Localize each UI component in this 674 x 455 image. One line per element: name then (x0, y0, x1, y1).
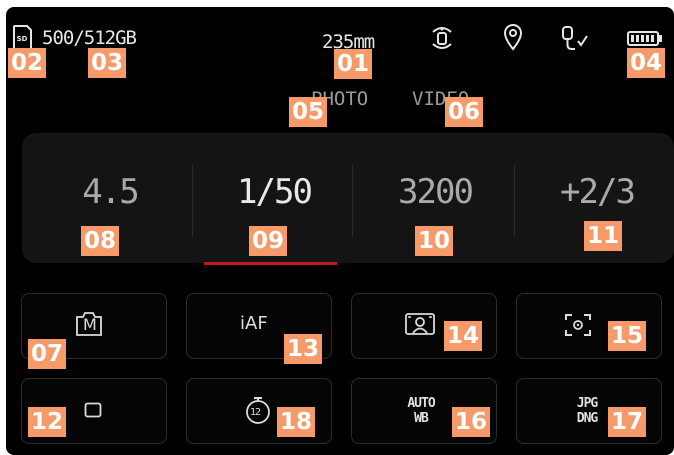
callout-06: 06 (445, 97, 484, 127)
divider (192, 165, 193, 237)
callout-07: 07 (28, 339, 67, 369)
callout-02: 02 (8, 48, 47, 78)
callout-16: 16 (452, 407, 491, 437)
callout-18: 18 (277, 407, 316, 437)
active-indicator (204, 262, 337, 265)
file-format-top: JPG (576, 396, 598, 411)
battery-icon (627, 29, 663, 47)
callout-10: 10 (415, 226, 454, 256)
file-format-bottom: DNG (576, 411, 598, 426)
callout-12: 12 (28, 407, 67, 437)
ev-compensation-value[interactable]: +2/3 (527, 172, 667, 212)
callout-09: 09 (249, 226, 288, 256)
self-timer-value: 12 (250, 407, 261, 418)
callout-11: 11 (584, 221, 623, 251)
callout-13: 13 (284, 334, 323, 364)
stabilization-icon (427, 23, 457, 53)
aperture-value[interactable]: 4.5 (40, 172, 180, 212)
single-frame-icon (84, 402, 102, 418)
callout-03: 03 (88, 48, 127, 78)
face-metering-icon (404, 311, 436, 339)
callout-05: 05 (289, 97, 328, 127)
white-balance-top: AUTO (407, 396, 435, 411)
callout-04: 04 (627, 48, 666, 78)
usb-connection-icon (560, 23, 590, 53)
callout-01: 01 (334, 49, 373, 79)
callout-14: 14 (444, 321, 483, 351)
divider (352, 165, 353, 237)
callout-15: 15 (608, 321, 647, 351)
callout-17: 17 (608, 407, 647, 437)
location-pin-icon (502, 23, 524, 51)
spot-af-icon (564, 312, 592, 338)
white-balance-bottom: WB (414, 411, 429, 426)
svg-text:SD: SD (17, 35, 28, 43)
storage-capacity: 500/512GB (42, 27, 137, 49)
shutter-speed-value[interactable]: 1/50 (204, 172, 344, 212)
exposure-mode-label: M (83, 315, 97, 334)
exposure-panel: 4.5 1/50 3200 +2/3 (22, 133, 674, 265)
iso-value[interactable]: 3200 (365, 172, 505, 212)
callout-08: 08 (81, 226, 120, 256)
divider (514, 165, 515, 237)
focus-mode-label: iAF (240, 313, 268, 334)
